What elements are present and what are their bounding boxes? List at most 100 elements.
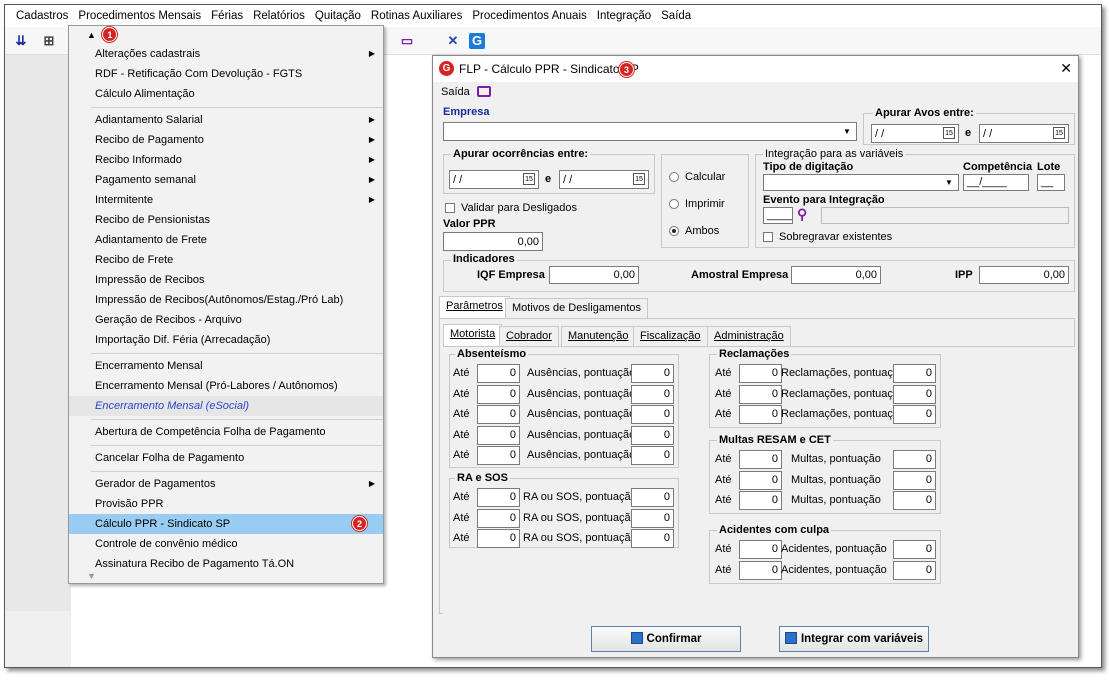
score-input[interactable]: 0 (631, 529, 674, 548)
menu-ferias[interactable]: Férias (206, 10, 248, 22)
tab-manutencao[interactable]: Manutenção (561, 326, 636, 346)
scroll-up-icon[interactable]: ▲ 1 (69, 26, 383, 44)
dropdown-item[interactable]: Cancelar Folha de Pagamento (69, 448, 383, 468)
menu-procedimentos-anuais[interactable]: Procedimentos Anuais (467, 10, 591, 22)
score-input[interactable]: 0 (893, 364, 936, 383)
dropdown-item[interactable]: Gerador de Pagamentos ▶ (69, 474, 383, 494)
dropdown-item[interactable]: Assinatura Recibo de Pagamento Tá.ON (69, 554, 383, 574)
sobregravar-checkbox[interactable] (763, 232, 773, 242)
dropdown-item[interactable]: Cálculo Alimentação (69, 84, 383, 104)
limit-input[interactable]: 0 (739, 450, 782, 469)
limit-input[interactable]: 0 (477, 446, 520, 465)
confirmar-button[interactable]: Confirmar (591, 626, 741, 652)
limit-input[interactable]: 0 (739, 384, 782, 404)
dropdown-item[interactable]: Encerramento Mensal (eSocial) (69, 396, 383, 416)
tab-administracao[interactable]: Administração (707, 326, 791, 346)
limit-input[interactable]: 0 (739, 491, 782, 510)
limit-input[interactable]: 0 (739, 364, 782, 383)
evento-input[interactable]: _____ (763, 207, 793, 224)
dropdown-item[interactable]: Geração de Recibos - Arquivo (69, 310, 383, 330)
dropdown-item[interactable]: Controle de convênio médico (69, 534, 383, 554)
menu-quitacao[interactable]: Quitação (310, 10, 366, 22)
dropdown-item[interactable]: Impressão de Recibos (69, 270, 383, 290)
limit-input[interactable]: 0 (477, 364, 520, 383)
score-input[interactable]: 0 (893, 450, 936, 469)
lote-input[interactable]: __ (1037, 174, 1065, 191)
dropdown-item[interactable]: Provisão PPR (69, 494, 383, 514)
limit-input[interactable]: 0 (477, 384, 520, 404)
score-input[interactable]: 0 (893, 405, 936, 424)
limit-input[interactable]: 0 (477, 508, 520, 528)
dropdown-item[interactable]: Recibo de Pensionistas (69, 210, 383, 230)
score-input[interactable]: 0 (631, 425, 674, 445)
menu-procedimentos-mensais[interactable]: Procedimentos Mensais (73, 10, 206, 22)
radio-ambos[interactable] (669, 226, 679, 236)
radio-imprimir[interactable] (669, 199, 679, 209)
dropdown-item[interactable]: Intermitente ▶ (69, 190, 383, 210)
dropdown-item[interactable]: RDF - Retificação Com Devolução - FGTS (69, 64, 383, 84)
score-input[interactable]: 0 (893, 540, 936, 559)
limit-input[interactable]: 0 (477, 488, 520, 507)
limit-input[interactable]: 0 (739, 470, 782, 490)
score-input[interactable]: 0 (631, 405, 674, 424)
score-input[interactable]: 0 (893, 560, 936, 580)
menu-saida[interactable]: Saída (656, 10, 696, 22)
calendar-icon[interactable]: 15 (1053, 127, 1065, 139)
valor-ppr-input[interactable]: 0,00 (443, 232, 543, 251)
avos-end-date[interactable]: / / 15 (979, 124, 1069, 143)
double-arrow-down-icon[interactable]: ⇊ (13, 33, 29, 49)
score-input[interactable]: 0 (631, 364, 674, 383)
score-input[interactable]: 0 (893, 470, 936, 490)
menu-cadastros[interactable]: Cadastros (11, 10, 73, 22)
ipp-input[interactable]: 0,00 (979, 266, 1069, 284)
limit-input[interactable]: 0 (477, 405, 520, 424)
empresa-select[interactable]: ▼ (443, 122, 857, 141)
menu-rotinas-auxiliares[interactable]: Rotinas Auxiliares (366, 10, 467, 22)
competencia-input[interactable]: __/____ (963, 174, 1029, 191)
tools-icon[interactable]: ✕ (445, 33, 461, 49)
dropdown-item[interactable]: Importação Dif. Féria (Arrecadação) (69, 330, 383, 350)
dropdown-item[interactable]: Impressão de Recibos(Autônomos/Estag./Pr… (69, 290, 383, 310)
score-input[interactable]: 0 (893, 384, 936, 404)
tab-motorista[interactable]: Motorista (443, 324, 503, 346)
dropdown-item[interactable]: Recibo Informado ▶ (69, 150, 383, 170)
limit-input[interactable]: 0 (739, 560, 782, 580)
dropdown-item[interactable]: Recibo de Frete (69, 250, 383, 270)
monitor-icon[interactable]: ▭ (399, 33, 415, 49)
menu-relatorios[interactable]: Relatórios (248, 10, 310, 22)
saida-button[interactable]: Saída (441, 86, 470, 98)
dropdown-item[interactable]: Recibo de Pagamento ▶ (69, 130, 383, 150)
calendar-icon[interactable]: 15 (523, 173, 535, 185)
score-input[interactable]: 0 (631, 488, 674, 507)
radio-calcular[interactable] (669, 172, 679, 182)
avos-start-date[interactable]: / / 15 (871, 124, 959, 143)
search-icon[interactable]: ⚲ (797, 206, 807, 223)
dropdown-item[interactable]: Adiantamento de Frete (69, 230, 383, 250)
tab-fiscalizacao[interactable]: Fiscalização (633, 326, 708, 346)
tab-cobrador[interactable]: Cobrador (499, 326, 559, 346)
tipo-digitacao-select[interactable]: ▼ (763, 174, 959, 191)
score-input[interactable]: 0 (631, 508, 674, 528)
close-icon[interactable]: ✕ (1060, 60, 1072, 77)
tree-icon[interactable]: ⊞ (41, 33, 57, 49)
validar-desligados-checkbox[interactable] (445, 203, 455, 213)
iqf-empresa-input[interactable]: 0,00 (549, 266, 639, 284)
ocorrencias-start-date[interactable]: / / 15 (449, 170, 539, 189)
calendar-icon[interactable]: 15 (633, 173, 645, 185)
dropdown-item[interactable]: Alterações cadastrais ▶ (69, 44, 383, 64)
dropdown-item[interactable]: Cálculo PPR - Sindicato SP 2 (69, 514, 383, 534)
integrar-variaveis-button[interactable]: Integrar com variáveis (779, 626, 929, 652)
ocorrencias-end-date[interactable]: / / 15 (559, 170, 649, 189)
scroll-down-icon[interactable]: ▼ (87, 571, 96, 581)
menu-integracao[interactable]: Integração (592, 10, 656, 22)
limit-input[interactable]: 0 (477, 529, 520, 548)
score-input[interactable]: 0 (631, 384, 674, 404)
limit-input[interactable]: 0 (477, 425, 520, 445)
score-input[interactable]: 0 (893, 491, 936, 510)
score-input[interactable]: 0 (631, 446, 674, 465)
limit-input[interactable]: 0 (739, 405, 782, 424)
limit-input[interactable]: 0 (739, 540, 782, 559)
dropdown-item[interactable]: Pagamento semanal ▶ (69, 170, 383, 190)
tab-parametros[interactable]: Parâmetros (439, 296, 510, 318)
app-logo-icon[interactable]: G (469, 33, 485, 49)
